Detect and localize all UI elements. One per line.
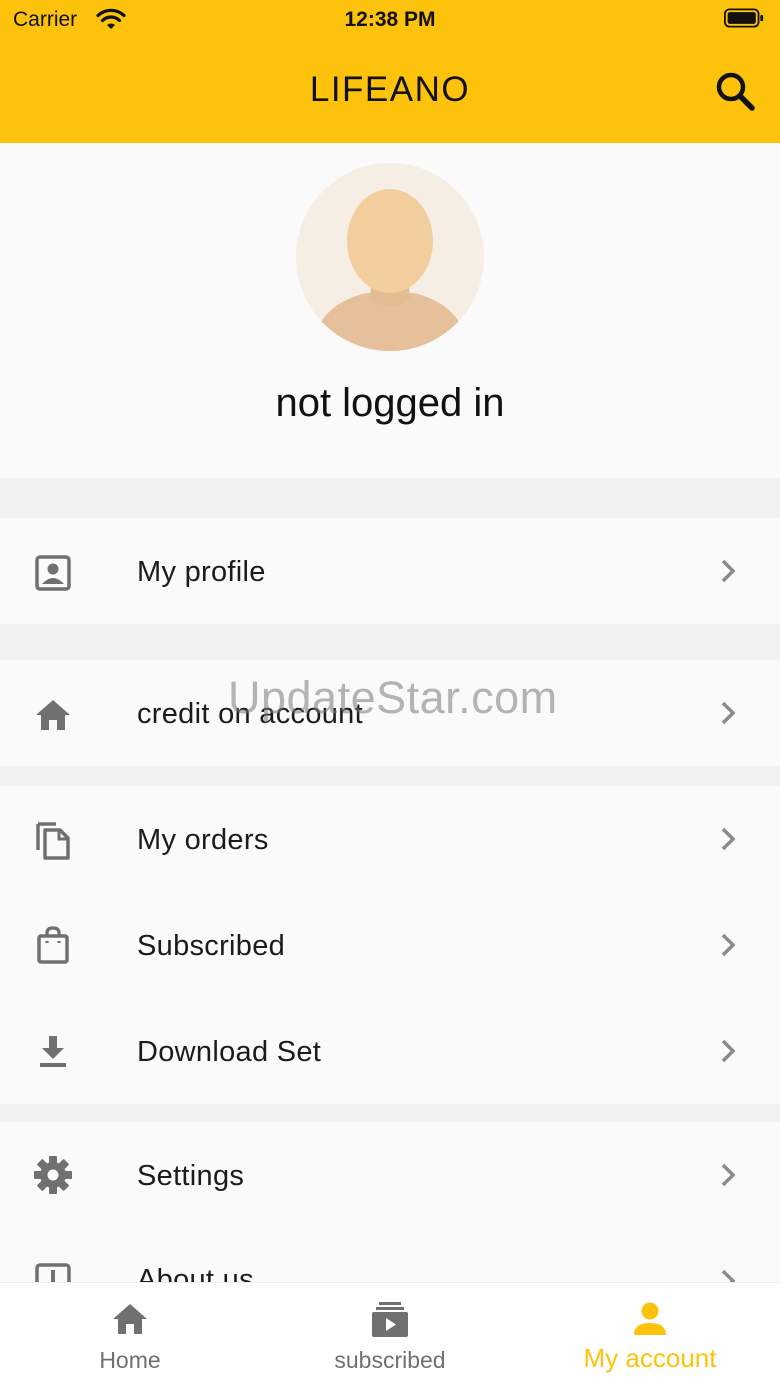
menu-label-subscribed: Subscribed xyxy=(137,930,286,962)
tab-my-account[interactable]: My account xyxy=(520,1283,780,1388)
status-bar: Carrier 12:38 PM xyxy=(0,0,780,40)
app-title: LIFEANO xyxy=(309,70,471,109)
menu-label-credit: credit on account xyxy=(137,698,363,730)
tab-label-my-account: My account xyxy=(583,1343,717,1373)
menu-label-download-set: Download Set xyxy=(137,1036,322,1068)
menu-item-subscribed[interactable]: Subscribed xyxy=(0,892,780,998)
menu-item-settings[interactable]: Settings xyxy=(0,1122,780,1228)
chevron-right-icon xyxy=(721,827,736,851)
tab-subscribed[interactable]: subscribed xyxy=(260,1283,520,1388)
menu-item-my-profile[interactable]: My profile xyxy=(0,518,780,624)
top-bar: Carrier 12:38 PM LIFEANO xyxy=(0,0,780,143)
chevron-right-icon xyxy=(721,1269,736,1282)
menu-label-settings: Settings xyxy=(137,1160,245,1192)
subscriptions-icon xyxy=(372,1302,408,1337)
chevron-right-icon xyxy=(721,1163,736,1187)
gear-icon xyxy=(34,1156,72,1194)
info-icon xyxy=(35,1263,71,1282)
status-time: 12:38 PM xyxy=(344,8,436,31)
tab-label-home: Home xyxy=(99,1347,161,1373)
bottom-tab-bar: Home subscribed My account xyxy=(0,1282,780,1388)
profile-card-icon xyxy=(35,555,71,591)
tab-label-subscribed: subscribed xyxy=(334,1347,446,1373)
battery-icon xyxy=(724,8,764,28)
menu-label-my-profile: My profile xyxy=(137,556,266,588)
search-icon[interactable] xyxy=(712,68,758,114)
chevron-right-icon xyxy=(721,559,736,583)
menu-item-about-us[interactable]: About us xyxy=(0,1228,780,1282)
tab-home[interactable]: Home xyxy=(0,1283,260,1388)
chevron-right-icon xyxy=(721,701,736,725)
chevron-right-icon xyxy=(721,1039,736,1063)
avatar[interactable] xyxy=(296,163,484,351)
shopping-bag-icon xyxy=(37,926,69,964)
chevron-right-icon xyxy=(721,933,736,957)
home-icon xyxy=(113,1304,147,1334)
person-icon xyxy=(634,1302,666,1335)
menu-label-my-orders: My orders xyxy=(137,824,269,856)
menu-item-download-set[interactable]: Download Set xyxy=(0,998,780,1104)
home-icon xyxy=(36,700,70,730)
login-status: not logged in xyxy=(275,381,505,425)
avatar-placeholder-icon xyxy=(296,163,484,351)
profile-header: not logged in xyxy=(0,143,780,478)
copy-icon xyxy=(36,822,70,860)
menu-item-credit[interactable]: credit on account xyxy=(0,660,780,766)
download-icon xyxy=(40,1036,66,1067)
menu-label-about-us: About us xyxy=(137,1264,254,1282)
menu-item-my-orders[interactable]: My orders xyxy=(0,786,780,892)
